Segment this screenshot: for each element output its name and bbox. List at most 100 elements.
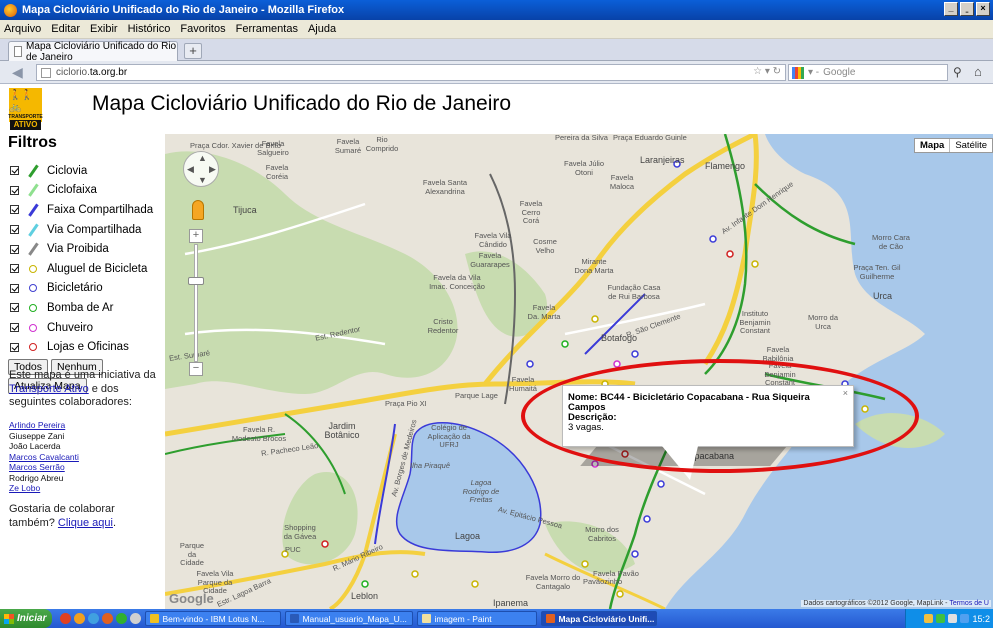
- filter-panel: Filtros Ciclovia Ciclofaixa Faixa Comparti…: [8, 134, 168, 394]
- zoom-out-button[interactable]: −: [189, 362, 203, 376]
- task-paint[interactable]: imagem - Paint: [417, 611, 538, 626]
- filter-label: Via Compartilhada: [47, 223, 142, 236]
- filter-checkbox[interactable]: [10, 244, 19, 254]
- pan-down-icon[interactable]: ▼: [198, 175, 207, 185]
- navigation-bar: ◀ ciclorio.ta.org.br ☆ ▾ ↻ ▾ - Google ⚲ …: [0, 61, 993, 84]
- zoom-slider-handle[interactable]: [188, 277, 204, 285]
- filter-checkbox[interactable]: [10, 303, 19, 313]
- task-firefox[interactable]: Mapa Cicloviário Unifi...: [541, 611, 658, 626]
- filter-item[interactable]: Lojas e Oficinas: [8, 337, 168, 357]
- task-manual[interactable]: Manual_usuario_Mapa_U...: [285, 611, 414, 626]
- start-button[interactable]: Iniciar: [0, 609, 53, 628]
- home-icon[interactable]: ⌂: [974, 64, 982, 79]
- menu-favoritos[interactable]: Favoritos: [180, 23, 225, 35]
- map-label: Favela Vila Cândido: [474, 231, 512, 249]
- menu-historico[interactable]: Histórico: [128, 23, 171, 35]
- map-type-satellite-button[interactable]: Satélite: [950, 139, 992, 152]
- collaborator-name: João Lacerda: [9, 441, 61, 451]
- filter-item[interactable]: Ciclovia: [8, 161, 168, 181]
- filter-item[interactable]: Faixa Compartilhada: [8, 200, 168, 220]
- taskbar: Iniciar Bem-vindo - IBM Lotus N... Manua…: [0, 609, 993, 628]
- tray-icon[interactable]: [936, 614, 946, 623]
- collaborator-link[interactable]: Marcos Cavalcanti: [9, 452, 79, 463]
- menu-exibir[interactable]: Exibir: [90, 23, 118, 35]
- pan-right-icon[interactable]: ▶: [209, 164, 216, 175]
- map-label: Urca: [873, 291, 893, 301]
- quicklaunch-icon[interactable]: [116, 613, 128, 624]
- google-logo[interactable]: Google: [169, 591, 214, 606]
- transporte-ativo-logo[interactable]: 🚶🚶🚲 TRANSPORTE ATIVO: [8, 88, 43, 130]
- filter-checkbox[interactable]: [10, 342, 19, 352]
- pegman-icon[interactable]: [192, 200, 204, 220]
- filter-item[interactable]: Bomba de Ar: [8, 298, 168, 318]
- filter-item[interactable]: Ciclofaixa: [8, 181, 168, 201]
- clock: 15:2: [972, 613, 990, 624]
- map-label: Favela R. Modesto Brocos: [231, 425, 287, 443]
- tab-bar: Mapa Cicloviário Unificado do Rio de Jan…: [0, 39, 993, 63]
- collaborator-name: Giuseppe Zani: [9, 430, 65, 441]
- filter-item[interactable]: Aluguel de Bicicleta: [8, 259, 168, 279]
- map-label: Favela Coréia: [265, 163, 289, 181]
- menu-editar[interactable]: Editar: [51, 23, 80, 35]
- zoom-in-button[interactable]: +: [189, 229, 203, 243]
- filter-item[interactable]: Bicicletário: [8, 279, 168, 299]
- marker-legend-icon: [29, 284, 37, 293]
- map-label: Favela Santa Alexandrina: [422, 178, 468, 196]
- map-label: Flamengo: [705, 161, 746, 171]
- task-label: Bem-vindo - IBM Lotus N...: [162, 613, 265, 624]
- map-canvas[interactable]: Praça Cdor. Xavier de Brito Favela Salgu…: [165, 134, 993, 609]
- map-label: Favela Cerro Corá: [519, 199, 543, 225]
- task-lotus[interactable]: Bem-vindo - IBM Lotus N...: [145, 611, 282, 626]
- tray-icon[interactable]: [924, 614, 934, 623]
- new-tab-button[interactable]: +: [184, 43, 202, 59]
- quicklaunch-icon[interactable]: [74, 613, 86, 624]
- filter-checkbox[interactable]: [10, 323, 19, 333]
- quicklaunch-icon[interactable]: [60, 613, 72, 624]
- marker-legend-icon: [29, 264, 37, 273]
- close-button[interactable]: ×: [976, 2, 990, 16]
- star-reload-icons[interactable]: ☆ ▾ ↻: [753, 66, 781, 77]
- map-label: Jardim Botânico: [324, 421, 360, 440]
- quicklaunch-icon[interactable]: [130, 613, 142, 624]
- filter-item[interactable]: Via Proibida: [8, 239, 168, 259]
- url-bar[interactable]: ciclorio.ta.org.br ☆ ▾ ↻: [36, 64, 786, 81]
- search-input[interactable]: ▾ - Google: [788, 64, 948, 81]
- terms-link[interactable]: Termos de U: [949, 600, 989, 607]
- pan-control[interactable]: ▲ ◀ ▶ ▼: [183, 151, 219, 187]
- pan-up-icon[interactable]: ▲: [198, 153, 207, 163]
- tray-icon[interactable]: [948, 614, 958, 623]
- filter-checkbox[interactable]: [10, 225, 19, 235]
- minimize-button[interactable]: _: [944, 2, 958, 16]
- click-here-link[interactable]: Clique aqui: [58, 517, 113, 529]
- filter-checkbox[interactable]: [10, 264, 19, 274]
- system-tray: 15:2: [905, 609, 993, 628]
- collaborator-link[interactable]: Arlindo Pereira: [9, 420, 79, 431]
- filter-checkbox[interactable]: [10, 283, 19, 293]
- menu-ferramentas[interactable]: Ferramentas: [236, 23, 298, 35]
- filter-checkbox[interactable]: [10, 185, 19, 195]
- quicklaunch-icon[interactable]: [88, 613, 100, 624]
- tab-mapa[interactable]: Mapa Cicloviário Unificado do Rio de Jan…: [8, 41, 178, 63]
- zoom-slider-track[interactable]: [194, 244, 198, 362]
- collaborator-link[interactable]: Ze Lobo: [9, 483, 79, 494]
- map-type-map-button[interactable]: Mapa: [915, 139, 951, 152]
- map-label: Favela Maloca: [609, 173, 635, 191]
- filter-item[interactable]: Via Compartilhada: [8, 220, 168, 240]
- filter-checkbox[interactable]: [10, 166, 19, 176]
- pan-left-icon[interactable]: ◀: [187, 164, 194, 175]
- filter-checkbox[interactable]: [10, 205, 19, 215]
- quicklaunch-icon[interactable]: [102, 613, 114, 624]
- collaborator-link[interactable]: Marcos Serrão: [9, 462, 79, 473]
- search-icon[interactable]: ⚲: [953, 65, 962, 79]
- map-label: Morro dos Cabritos: [585, 525, 619, 543]
- filter-item[interactable]: Chuveiro: [8, 318, 168, 338]
- menu-arquivo[interactable]: Arquivo: [4, 23, 41, 35]
- tray-icon[interactable]: [960, 614, 970, 623]
- filter-label: Chuveiro: [47, 321, 94, 334]
- transporte-ativo-link[interactable]: Transporte Ativo: [9, 383, 89, 395]
- restore-button[interactable]: ̱: [960, 2, 974, 16]
- map-label: Mirante Dona Marta: [574, 257, 614, 275]
- menu-ajuda[interactable]: Ajuda: [308, 23, 336, 35]
- back-icon[interactable]: ◀: [12, 64, 30, 81]
- word-icon: [290, 614, 300, 623]
